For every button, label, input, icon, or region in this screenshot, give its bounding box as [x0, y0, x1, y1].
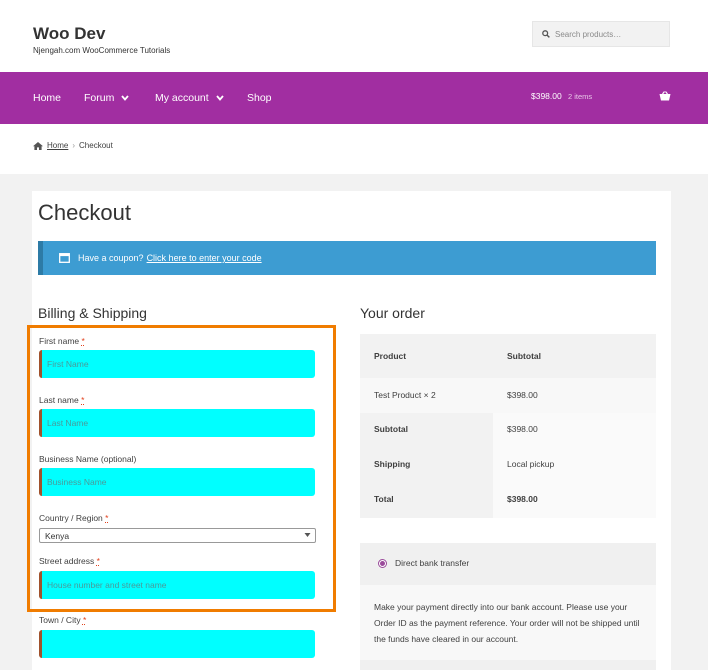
breadcrumb-current: Checkout [79, 141, 113, 150]
country-value: Kenya [45, 530, 70, 541]
country-label: Country / Region * [39, 513, 109, 523]
col-product-header: Product [374, 351, 407, 361]
payment-description: Make your payment directly into our bank… [360, 585, 656, 660]
nav-item-label: Home [33, 92, 62, 104]
nav-item-label: Forum [84, 92, 115, 104]
search-input[interactable]: Search products… [532, 21, 670, 47]
search-placeholder: Search products… [555, 29, 622, 39]
last-name-label: Last name * [39, 395, 85, 405]
required-mark: * [81, 336, 85, 346]
first-name-placeholder: First Name [47, 359, 89, 369]
subtotal-label: Subtotal [374, 424, 408, 434]
country-select[interactable]: Kenya [39, 528, 316, 543]
nav-item-shop[interactable]: Shop [247, 92, 272, 104]
payment-radio[interactable] [378, 558, 387, 568]
breadcrumb: Home › Checkout [33, 141, 113, 150]
chevron-down-icon [216, 95, 224, 101]
total-label: Total [374, 494, 394, 504]
street-address-input[interactable]: House number and street name [39, 571, 315, 599]
page-title: Checkout [38, 200, 131, 225]
order-item-name: Test Product × 2 [374, 390, 436, 400]
street-address-label: Street address * [39, 556, 100, 566]
first-name-input[interactable]: First Name [39, 350, 315, 378]
cart-count[interactable]: 2 items [568, 92, 592, 101]
breadcrumb-separator: › [72, 141, 76, 150]
street-address-placeholder: House number and street name [47, 580, 167, 590]
basket-icon[interactable] [659, 91, 671, 101]
nav-item-home[interactable]: Home [33, 92, 61, 104]
subtotal-value: $398.00 [507, 424, 538, 434]
coupon-prompt: Have a coupon? [78, 253, 144, 263]
coupon-link[interactable]: Click here to enter your code [147, 253, 262, 263]
payment-box-bottom [360, 660, 656, 670]
order-heading: Your order [360, 305, 425, 321]
nav-item-my-account[interactable]: My account [155, 92, 224, 104]
search-icon [542, 30, 550, 38]
window-icon [59, 253, 70, 263]
payment-method-label: Direct bank transfer [395, 558, 470, 568]
required-mark: * [105, 513, 109, 523]
billing-heading: Billing & Shipping [38, 305, 147, 321]
business-name-input[interactable]: Business Name [39, 468, 315, 496]
col-subtotal-header: Subtotal [507, 351, 541, 361]
chevron-down-icon [304, 533, 311, 537]
business-name-placeholder: Business Name [47, 477, 107, 487]
nav-item-forum[interactable]: Forum [84, 92, 130, 104]
breadcrumb-home-link[interactable]: Home [47, 141, 68, 150]
site-tagline: Njengah.com WooCommerce Tutorials [33, 46, 171, 55]
town-city-input[interactable] [39, 630, 315, 658]
last-name-input[interactable]: Last Name [39, 409, 315, 437]
site-title[interactable]: Woo Dev [33, 24, 105, 44]
business-name-label: Business Name (optional) [39, 454, 137, 464]
cart-total[interactable]: $398.00 [531, 91, 562, 101]
home-icon [33, 141, 43, 150]
required-mark: * [96, 556, 100, 566]
coupon-notice: Have a coupon? Click here to enter your … [38, 241, 656, 275]
nav-item-label: Shop [247, 92, 272, 104]
town-city-label: Town / City * [39, 615, 87, 625]
nav-item-label: My account [155, 92, 209, 104]
header: Woo Dev Njengah.com WooCommerce Tutorial… [0, 0, 708, 72]
first-name-label: First name * [39, 336, 85, 346]
total-value: $398.00 [507, 494, 538, 504]
last-name-placeholder: Last Name [47, 418, 89, 428]
payment-option-bacs[interactable]: Direct bank transfer [378, 558, 469, 568]
required-mark: * [81, 395, 85, 405]
shipping-value: Local pickup [507, 459, 555, 469]
chevron-down-icon [121, 95, 130, 101]
order-item-total: $398.00 [507, 390, 538, 400]
shipping-label: Shipping [374, 459, 411, 469]
required-mark: * [82, 615, 87, 625]
